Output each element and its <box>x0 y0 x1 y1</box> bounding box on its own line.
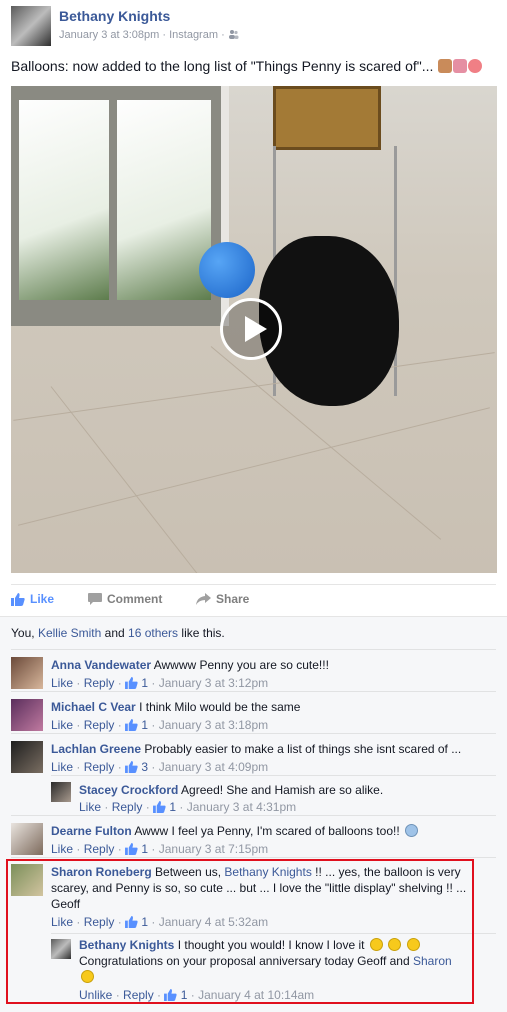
post-header: Bethany Knights January 3 at 3:08pm · In… <box>11 6 507 46</box>
like-button[interactable]: Like <box>11 592 54 606</box>
worried-face-icon <box>405 824 418 837</box>
comment-reply-link[interactable]: Reply <box>112 800 143 814</box>
video-balloon <box>199 242 255 298</box>
friends-privacy-icon[interactable] <box>228 29 239 39</box>
video-picture-frame <box>273 86 381 150</box>
share-button[interactable]: Share <box>196 592 249 606</box>
comment-actions: Like · Reply · 1 · January 3 at 7:15pm <box>51 842 269 856</box>
thumbs-up-icon <box>125 843 138 855</box>
comment-like-count[interactable]: 1 <box>141 718 148 732</box>
comment-reply-link[interactable]: Reply <box>84 718 115 732</box>
post-date[interactable]: January 3 at 3:08pm <box>59 29 159 41</box>
commenter-name[interactable]: Michael C Vear <box>51 700 136 714</box>
comment-actions: Like · Reply · 3 · January 3 at 4:09pm <box>51 760 269 774</box>
comment-time[interactable]: January 3 at 4:09pm <box>159 760 268 774</box>
post-author[interactable]: Bethany Knights <box>59 8 170 24</box>
comment-like-link[interactable]: Like <box>51 676 73 690</box>
commenter-name[interactable]: Dearne Fulton <box>51 824 132 838</box>
comment-icon <box>88 593 102 605</box>
post-caption: Balloons: now added to the long list of … <box>11 58 483 74</box>
broken-heart-icon <box>453 59 468 73</box>
others-link[interactable]: 16 others <box>128 626 178 640</box>
commenter-name[interactable]: Anna Vandewater <box>51 658 151 672</box>
comment-time[interactable]: January 3 at 3:12pm <box>159 676 268 690</box>
post-source[interactable]: Instagram <box>169 29 218 41</box>
post-video[interactable] <box>11 86 497 573</box>
thumbs-up-icon <box>153 801 166 813</box>
comment-time[interactable]: January 3 at 4:31pm <box>187 800 296 814</box>
liker-link[interactable]: Kellie Smith <box>38 626 101 640</box>
likes-summary: You, Kellie Smith and 16 others like thi… <box>11 626 225 640</box>
comment-actions: Like · Reply · 1 · January 3 at 3:18pm <box>51 718 269 732</box>
comment-actions: Like · Reply · 1 · January 3 at 3:12pm <box>51 676 269 690</box>
comment-button[interactable]: Comment <box>88 592 162 606</box>
comment-time[interactable]: January 3 at 3:18pm <box>159 718 268 732</box>
comment-text: Probably easier to make a list of things… <box>144 742 462 756</box>
comment-reply-link[interactable]: Reply <box>84 760 115 774</box>
comment-like-link[interactable]: Like <box>79 800 101 814</box>
commenter-avatar[interactable] <box>51 782 71 802</box>
comment-like-link[interactable]: Like <box>51 842 73 856</box>
comment-reply-link[interactable]: Reply <box>84 842 115 856</box>
commenter-name[interactable]: Stacey Crockford <box>79 783 178 797</box>
comment-like-count[interactable]: 3 <box>141 760 148 774</box>
comment-reply-link[interactable]: Reply <box>84 676 115 690</box>
video-window-scene <box>11 86 229 326</box>
comment-text: Agreed! She and Hamish are so alike. <box>181 783 384 797</box>
share-icon <box>196 593 211 605</box>
comment-like-link[interactable]: Like <box>51 760 73 774</box>
commenter-avatar[interactable] <box>11 657 43 689</box>
thumbs-up-icon <box>125 719 138 731</box>
commenter-name[interactable]: Lachlan Greene <box>51 742 141 756</box>
commenter-avatar[interactable] <box>11 823 43 855</box>
play-button[interactable] <box>220 298 282 360</box>
commenter-avatar[interactable] <box>11 741 43 773</box>
post-meta: January 3 at 3:08pm · Instagram · <box>59 29 239 41</box>
comment-like-link[interactable]: Like <box>51 718 73 732</box>
comment-actions: Like · Reply · 1 · January 3 at 4:31pm <box>79 800 297 814</box>
comment-text: Awww I feel ya Penny, I'm scared of ball… <box>134 824 400 838</box>
highlight-box <box>6 859 474 1004</box>
thumbs-up-icon <box>11 592 25 606</box>
comment-like-count[interactable]: 1 <box>141 842 148 856</box>
comment-like-count[interactable]: 1 <box>169 800 176 814</box>
author-avatar[interactable] <box>11 6 51 46</box>
comment-like-count[interactable]: 1 <box>141 676 148 690</box>
comment-text: Awwww Penny you are so cute!!! <box>153 658 329 672</box>
dog-face-icon <box>438 59 453 73</box>
commenter-avatar[interactable] <box>11 699 43 731</box>
comment-text: I think Milo would be the same <box>139 700 301 714</box>
comment-time[interactable]: January 3 at 7:15pm <box>159 842 268 856</box>
thumbs-up-icon <box>125 677 138 689</box>
thumbs-up-icon <box>125 761 138 773</box>
balloon-icon <box>468 59 483 73</box>
